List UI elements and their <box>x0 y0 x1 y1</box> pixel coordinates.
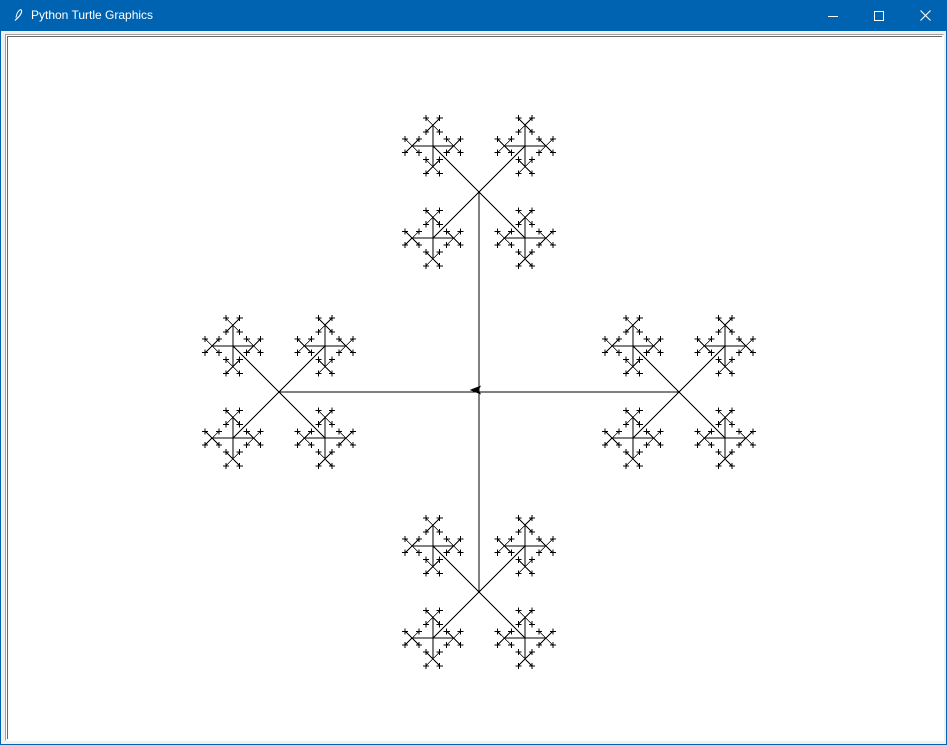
window-title: Python Turtle Graphics <box>31 8 154 22</box>
title-bar[interactable]: Python Turtle Graphics <box>1 0 947 31</box>
feather-icon <box>14 8 23 21</box>
close-button[interactable] <box>902 0 947 31</box>
maximize-icon <box>874 10 884 21</box>
fractal-drawing <box>202 115 756 669</box>
canvas-frame <box>5 34 944 741</box>
turtle-canvas[interactable] <box>7 36 942 739</box>
minimize-icon <box>828 15 838 17</box>
maximize-button[interactable] <box>856 0 902 31</box>
minimize-button[interactable] <box>810 0 856 31</box>
turtle-window: Python Turtle Graphics <box>0 0 947 745</box>
close-icon <box>919 10 931 21</box>
